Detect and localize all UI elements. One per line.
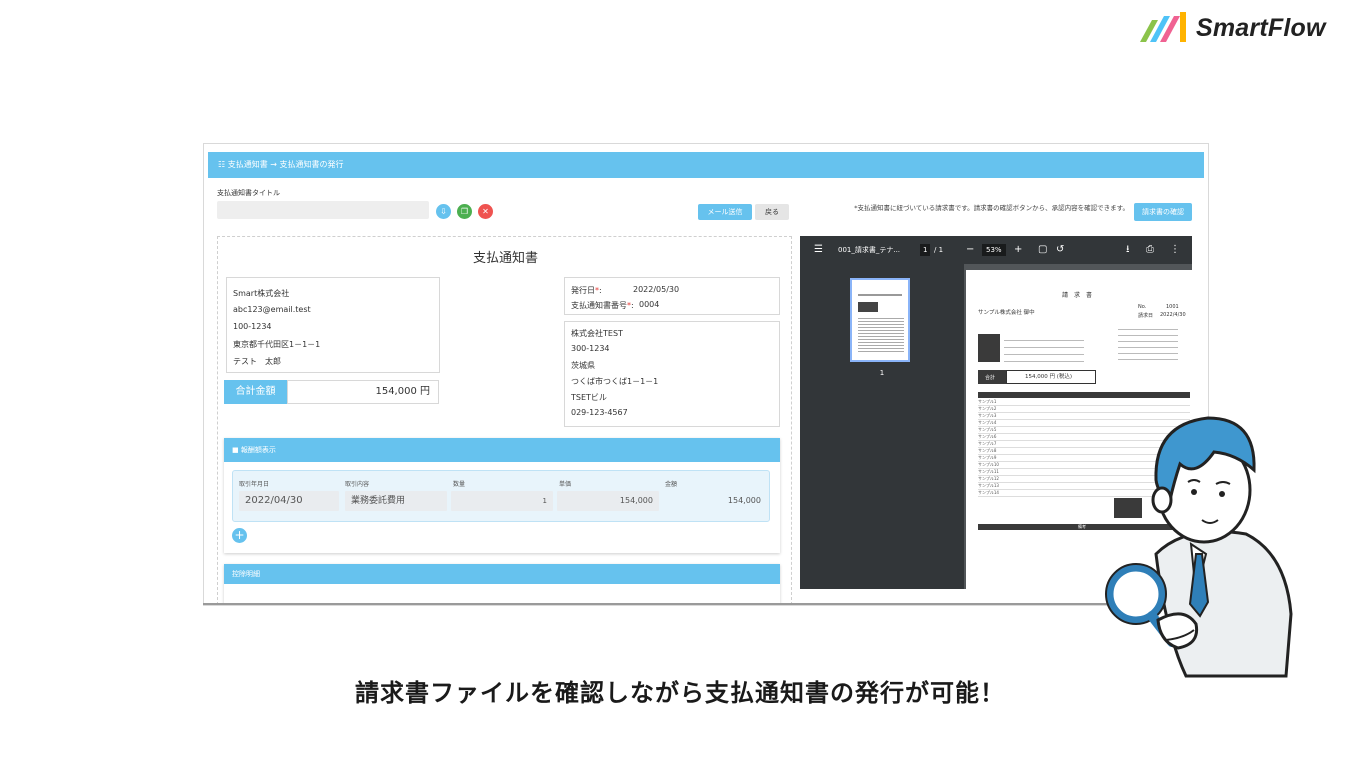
invoice-to: サンプル株式会社 御中 [978,310,1035,316]
sender-box: Smart株式会社 abc123@email.test 100-1234 東京都… [226,277,440,373]
issue-date-value[interactable]: 2022/05/30 [633,285,679,294]
invoice-amount-label: 合計 [985,375,996,381]
zoom-level[interactable]: 53% [982,244,1006,256]
back-button[interactable]: 戻る [755,204,789,220]
recipient-line: つくば市つくば1－1－1 [571,377,659,386]
copy-icon[interactable]: ❐ [457,204,472,219]
add-row-button[interactable]: + [232,528,247,543]
app-screenshot: ☷ 支払通知書 → 支払通知書の発行 支払通知書タイトル ⇩ ❐ ✕ メール送信… [203,143,1209,606]
sender-line: Smart株式会社 [233,289,290,298]
invoice-footer-label: 備考 [1078,524,1086,529]
title-input[interactable] [217,201,429,219]
total-label: 合計金額 [224,380,287,404]
title-label: 支払通知書タイトル [217,189,280,197]
amount-field: 154,000 [663,491,765,511]
date-field[interactable]: 2022/04/30 [239,491,339,511]
number-label: 支払通知書番号*: [571,301,634,310]
invoice-date-value: 2022/4/30 [1160,312,1186,318]
viewer-toolbar: ☰ 001_請求書_テナ... 1 / 1 − 53% + ▢ ↺ ⭳ ⎙ ⋮ [800,236,1192,264]
issue-info-box: 発行日*: 2022/05/30 支払通知書番号*: 0004 [564,277,780,315]
logo-text: SmartFlow [1196,13,1326,42]
qty-field[interactable]: 1 [451,491,553,511]
invoice-date-label: 請求日 [1138,313,1154,319]
sender-line: abc123@email.test [233,305,311,314]
recipient-line: 株式会社TEST [571,329,623,338]
details-header: ■ 報酬額表示 [224,438,780,462]
smartflow-logo: SmartFlow [1138,10,1326,46]
breadcrumb: ☷ 支払通知書 → 支払通知書の発行 [208,152,1204,178]
deduction-section: 控除明細 [224,564,780,605]
page-input[interactable]: 1 [920,244,931,256]
item-field[interactable]: 業務委託費用 [345,491,447,511]
invoice-note: *支払通知書に紐づいている請求書です。請求書の確認ボタンから、承認内容を確認でき… [854,204,1129,212]
sender-line: 東京都千代田区1－1－1 [233,340,321,349]
thumbnail-number: 1 [879,369,885,377]
thumbnail-sidebar: 1 [800,264,964,589]
recipient-line: 300-1234 [571,344,610,353]
detail-row: 取引年月日 取引内容 数量 単価 金額 2022/04/30 業務委託費用 1 … [232,470,770,522]
zoom-out-icon[interactable]: − [966,236,974,264]
print-icon[interactable]: ⎙ [1146,236,1154,264]
column-header: 単価 [559,481,572,488]
details-section: ■ 報酬額表示 取引年月日 取引内容 数量 単価 金額 2022/04/30 業… [224,438,780,553]
recipient-line: TSETビル [571,393,607,402]
invoice-amount-value: 154,000 円 (税込) [1006,370,1096,384]
invoice-no-value: 1001 [1166,304,1179,310]
list-icon: ☷ [218,160,228,169]
unit-price-field[interactable]: 154,000 [557,491,659,511]
logo-mark-icon [1140,12,1186,42]
trash-icon[interactable]: ✕ [478,204,493,219]
businessman-magnifier-illustration [1105,416,1293,678]
column-header: 取引内容 [345,481,370,488]
recipient-box: 株式会社TEST 300-1234 茨城県 つくば市つくば1－1－1 TSETビ… [564,321,780,427]
sender-line: テスト 太郎 [233,357,281,366]
mail-send-button[interactable]: メール送信 [698,204,752,220]
viewer-filename: 001_請求書_テナ... [838,246,901,254]
recipient-line: 茨城県 [571,361,595,370]
download-icon[interactable]: ⇩ [436,204,451,219]
download-icon[interactable]: ⭳ [1126,236,1130,264]
page-total: / 1 [934,246,944,254]
column-header: 取引年月日 [239,481,270,488]
caption: 請求書ファイルを確認しながら支払通知書の発行が可能！ [355,679,1005,707]
zoom-in-icon[interactable]: + [1014,236,1022,264]
confirm-invoice-button[interactable]: 請求書の確認 [1134,203,1192,221]
invoice-meta-lines [1004,334,1084,362]
more-icon[interactable]: ⋮ [1170,236,1180,264]
invoice-table-header [978,392,1190,398]
screenshot-edge [203,603,1208,605]
document-title: 支払通知書 [472,251,538,266]
menu-icon[interactable]: ☰ [814,236,823,264]
recipient-line: 029-123-4567 [571,408,628,417]
deduction-header: 控除明細 [224,564,780,584]
document-form: 支払通知書 Smart株式会社 abc123@email.test 100-12… [217,236,792,605]
total-value: 154,000 円 [287,380,439,404]
column-header: 数量 [453,481,466,488]
invoice-no-label: No. [1138,304,1147,310]
fit-page-icon[interactable]: ▢ [1038,236,1047,264]
issue-date-label: 発行日*: [571,286,602,295]
sender-line: 100-1234 [233,322,272,331]
column-header: 金額 [665,481,678,488]
invoice-title: 請 求 書 [1062,292,1093,299]
invoice-meta-block [978,334,1000,362]
invoice-issuer-lines [1118,324,1178,364]
rotate-icon[interactable]: ↺ [1056,236,1064,264]
number-value[interactable]: 0004 [639,300,659,309]
page-thumbnail[interactable] [850,278,910,362]
breadcrumb-text: 支払通知書 → 支払通知書の発行 [227,160,344,169]
